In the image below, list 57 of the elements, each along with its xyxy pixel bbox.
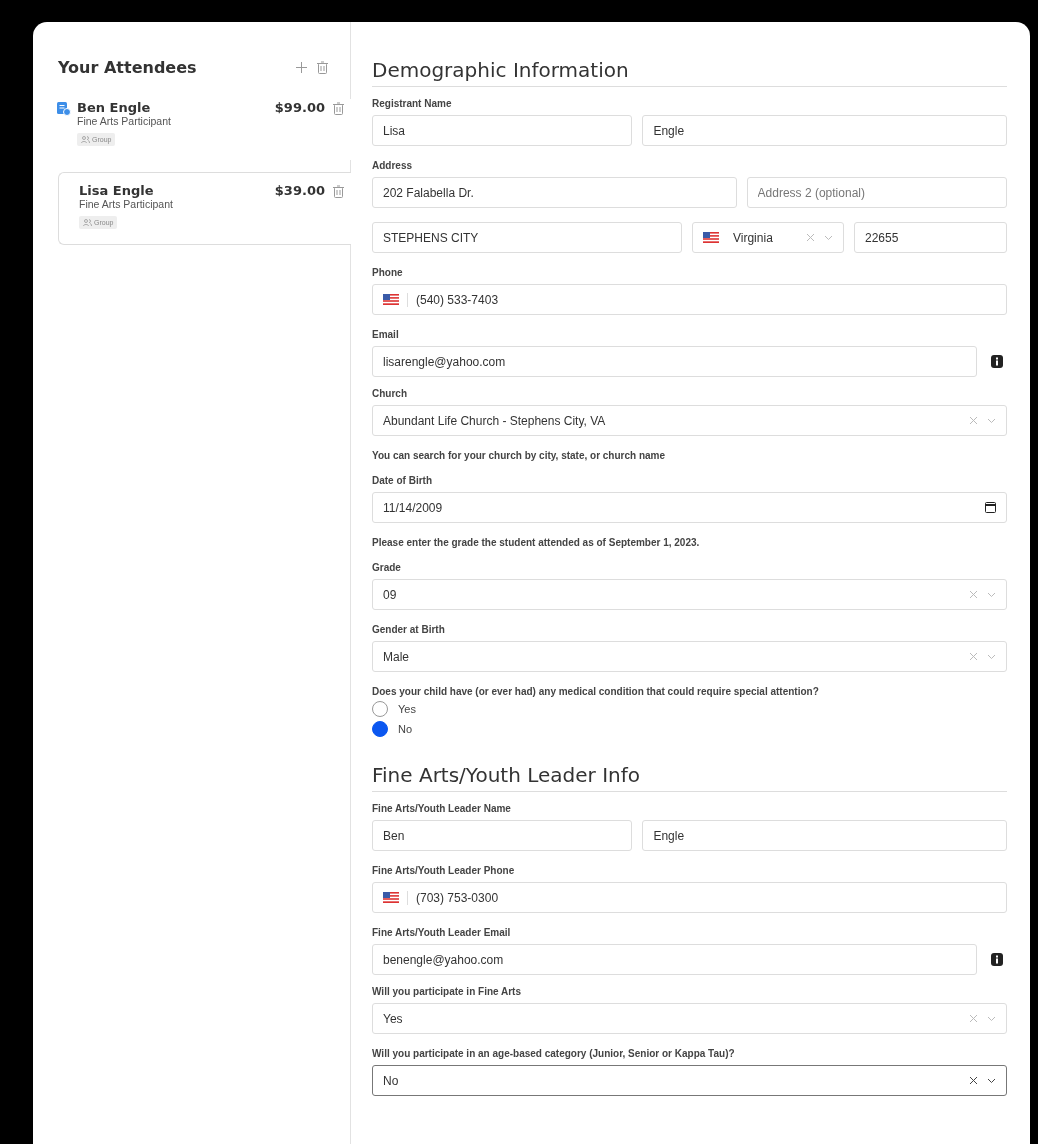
field-label: Registrant Name [372,98,453,109]
text-field[interactable]: Address 2 (optional) [746,177,1007,208]
field-label: Address [372,160,413,171]
field-label: Fine Arts/Youth Leader Phone [372,865,516,876]
attendee-name: Ben Engle [77,100,152,115]
field-label: Fine Arts/Youth Leader Name [372,803,512,814]
field-label: Grade [372,562,402,573]
radio-button[interactable] [372,701,388,717]
info-icon[interactable] [991,355,1003,368]
phone-field[interactable]: (703) 753-0300 [372,882,1007,913]
trash-icon[interactable] [317,61,328,74]
people-icon [81,136,90,143]
text-field[interactable]: Engle [642,115,1007,146]
people-icon [83,219,92,226]
radio-button[interactable] [372,721,388,737]
attendee-role: Fine Arts Participant [77,115,172,127]
text-field[interactable]: 22655 [854,222,1007,253]
add-icon[interactable] [296,62,307,73]
trash-icon[interactable] [332,102,344,115]
section-heading: Demographic Information [372,58,1007,87]
help-text: You can search for your church by city, state, or church name [372,450,667,461]
chevron-down-icon[interactable] [987,1077,996,1084]
text-field[interactable]: STEPHENS CITY [372,222,682,253]
select-field[interactable]: No [372,1065,1007,1096]
us-flag-icon [383,294,399,305]
us-flag-icon [703,232,719,243]
field-label: Gender at Birth [372,624,446,635]
trash-icon[interactable] [332,185,344,198]
text-field[interactable]: Ben [372,820,633,851]
calendar-icon[interactable] [985,502,996,513]
attendee-name: Lisa Engle [79,183,155,198]
info-icon[interactable] [991,953,1003,966]
text-field[interactable]: 202 Falabella Dr. [372,177,737,208]
us-flag-icon [383,892,399,903]
attendee-price: $99.00 [274,100,325,117]
date-field[interactable]: 11/14/2009 [372,492,1007,523]
field-label: Does your child have (or ever had) any medical condition that could require special attention? [372,686,820,697]
field-label: Phone [372,267,404,278]
help-text: Please enter the grade the student attended as of September 1, 2023. [372,537,701,548]
radio-option[interactable]: No [372,721,1007,737]
field-label: Fine Arts/Youth Leader Email [372,927,512,938]
email-field[interactable]: benengle@yahoo.com [372,944,977,975]
attendee-role: Fine Arts Participant [79,198,174,210]
attendee-price: $39.00 [274,183,325,200]
text-field[interactable]: Engle [642,820,1007,851]
clear-icon[interactable] [970,1077,977,1084]
field-label: Email [372,329,400,340]
radio-option[interactable]: Yes [372,701,1007,717]
section-heading: Fine Arts/Youth Leader Info [372,763,1007,792]
field-label: Will you participate in an age-based category (Junior, Senior or Kappa Tau)? [372,1048,736,1059]
phone-field[interactable]: (540) 533-7403 [372,284,1007,315]
sidebar-title: Your Attendees [58,58,198,77]
email-field[interactable]: lisarengle@yahoo.com [372,346,977,377]
text-field[interactable]: Lisa [372,115,633,146]
field-label: Date of Birth [372,475,433,486]
field-label: Will you participate in Fine Arts [372,986,522,997]
field-label: Church [372,388,408,399]
